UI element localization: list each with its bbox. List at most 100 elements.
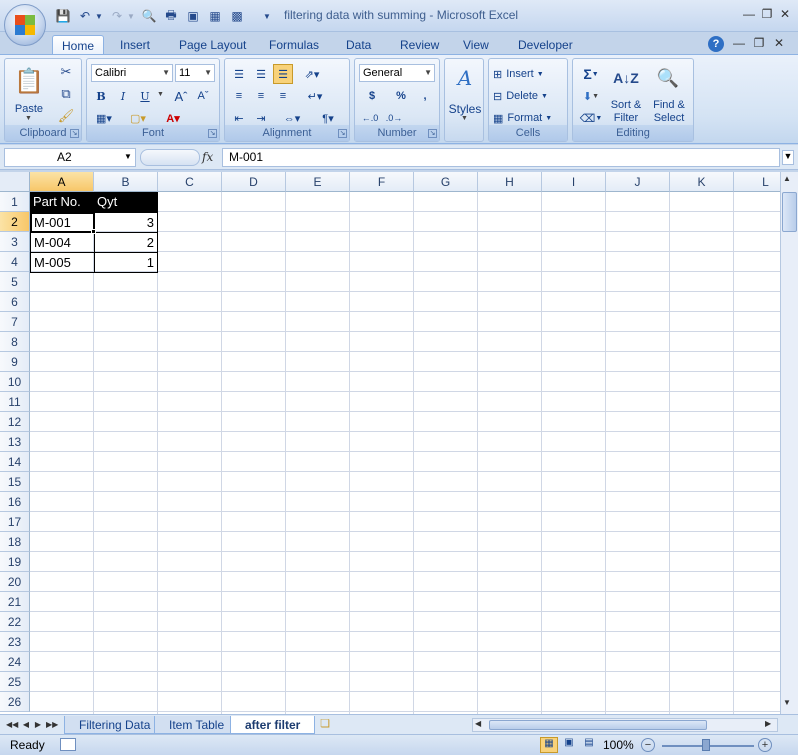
find-select-label-1[interactable]: Find & [649, 99, 689, 111]
column-header-a[interactable]: A [30, 172, 94, 192]
column-header-h[interactable]: H [478, 172, 542, 192]
row-header-24[interactable]: 24 [0, 652, 30, 672]
font-launcher-icon[interactable]: ↘ [208, 129, 217, 138]
column-header-l[interactable]: L [734, 172, 780, 192]
row-header-17[interactable]: 17 [0, 512, 30, 532]
sheet-tab-after-filter[interactable]: after filter [230, 716, 316, 734]
row-header-10[interactable]: 10 [0, 372, 30, 392]
formula-bar-splitter[interactable] [140, 149, 200, 166]
currency-button[interactable]: $ [359, 86, 385, 106]
minimize-icon[interactable]: — [740, 5, 758, 23]
quick-print-icon[interactable]: 🖶 [162, 7, 180, 25]
sort-filter-label-1[interactable]: Sort & [609, 99, 643, 111]
paste-dropdown-icon[interactable]: ▼ [25, 115, 32, 122]
undo-dropdown-icon[interactable]: ▼ [90, 7, 108, 25]
office-button[interactable] [4, 4, 46, 46]
tab-review[interactable]: Review [391, 35, 448, 55]
row-header-21[interactable]: 21 [0, 592, 30, 612]
column-header-d[interactable]: D [222, 172, 286, 192]
styles-dropdown-icon[interactable]: ▼ [461, 115, 468, 122]
scroll-up-icon[interactable]: ▲ [783, 174, 791, 183]
vertical-scrollbar[interactable]: ▲ ▼ [780, 172, 798, 714]
row-header-5[interactable]: 5 [0, 272, 30, 292]
number-launcher-icon[interactable]: ↘ [428, 129, 437, 138]
row-header-1[interactable]: 1 [0, 192, 30, 212]
font-name-combo[interactable]: Calibri ▼ [91, 64, 173, 82]
horizontal-scroll-thumb[interactable] [489, 720, 707, 730]
row-header-22[interactable]: 22 [0, 612, 30, 632]
scroll-right-icon[interactable]: ▶ [765, 719, 771, 728]
last-sheet-icon[interactable]: ▶▶ [46, 718, 58, 732]
paste-icon[interactable]: 📋 [13, 63, 45, 99]
horizontal-scrollbar[interactable]: ◀ ▶ [472, 718, 778, 732]
scroll-down-icon[interactable]: ▼ [783, 698, 791, 707]
save-icon[interactable]: 💾 [54, 7, 72, 25]
workbook-minimize-icon[interactable]: — [730, 34, 748, 52]
tab-view[interactable]: View [454, 35, 498, 55]
row-header-26[interactable]: 26 [0, 692, 30, 712]
align-left-icon[interactable]: ≡ [229, 86, 249, 106]
zoom-out-icon[interactable]: − [641, 738, 655, 752]
name-box[interactable]: A2 [4, 148, 136, 167]
select-all-button[interactable] [0, 172, 30, 192]
cell-b4[interactable]: 1 [94, 252, 158, 273]
customize-qat-icon[interactable]: ▼ [258, 7, 276, 25]
row-header-13[interactable]: 13 [0, 432, 30, 452]
alignment-launcher-icon[interactable]: ↘ [338, 129, 347, 138]
cell-b1[interactable]: Qyt [94, 192, 158, 212]
scroll-left-icon[interactable]: ◀ [475, 719, 481, 728]
orientation-icon[interactable]: ⇗▾ [301, 64, 323, 84]
name-box-dropdown-icon[interactable]: ▼ [124, 152, 132, 161]
grow-font-icon[interactable]: Aˆ [171, 86, 191, 106]
wrap-text-icon[interactable]: ↵▾ [301, 86, 329, 106]
cut-icon[interactable]: ✂ [57, 63, 75, 81]
close-icon[interactable]: ✕ [776, 5, 794, 23]
column-header-e[interactable]: E [286, 172, 350, 192]
row-header-4[interactable]: 4 [0, 252, 30, 272]
font-size-combo[interactable]: 11 ▼ [175, 64, 215, 82]
italic-button[interactable]: I [113, 86, 133, 106]
underline-button[interactable]: U [135, 86, 155, 106]
copy-icon[interactable]: ⧉ [57, 85, 75, 103]
camera-icon[interactable]: ▣ [184, 7, 202, 25]
row-header-2[interactable]: 2 [0, 212, 30, 232]
column-header-i[interactable]: I [542, 172, 606, 192]
insert-sheet-icon[interactable]: ❏ [314, 717, 336, 732]
restore-icon[interactable]: ❐ [758, 5, 776, 23]
sort-filter-label-2[interactable]: Filter [609, 112, 643, 124]
tab-insert[interactable]: Insert [111, 35, 159, 55]
expand-formula-bar-icon[interactable]: ▼ [782, 150, 794, 165]
row-header-12[interactable]: 12 [0, 412, 30, 432]
form-icon[interactable]: ▩ [228, 7, 246, 25]
tab-home[interactable]: Home [52, 35, 105, 55]
prev-sheet-icon[interactable]: ◀ [20, 718, 32, 732]
row-header-8[interactable]: 8 [0, 332, 30, 352]
comma-button[interactable]: , [415, 86, 435, 106]
redo-dropdown-icon[interactable]: ▼ [122, 7, 140, 25]
copy-picture-icon[interactable]: ▦ [206, 7, 224, 25]
align-right-icon[interactable]: ≡ [273, 86, 293, 106]
page-break-view-icon[interactable]: ▤ [580, 737, 598, 753]
insert-cells-button[interactable]: ⊞ Insert ▼ [493, 64, 563, 84]
sheet-tab-filtering-data[interactable]: Filtering Data [64, 716, 166, 734]
row-header-7[interactable]: 7 [0, 312, 30, 332]
delete-cells-button[interactable]: ⊟ Delete ▼ [493, 86, 563, 106]
row-header-20[interactable]: 20 [0, 572, 30, 592]
underline-dropdown-icon[interactable]: ▼ [157, 91, 164, 98]
macro-record-icon[interactable] [60, 738, 76, 751]
format-painter-icon[interactable]: 🖌 [57, 107, 75, 125]
formula-input[interactable]: M-001 [222, 148, 780, 167]
workbook-restore-icon[interactable]: ❐ [750, 34, 768, 52]
column-header-g[interactable]: G [414, 172, 478, 192]
find-select-label-2[interactable]: Select [649, 112, 689, 124]
cell-b3[interactable]: 2 [94, 232, 158, 253]
styles-group[interactable]: A Styles ▼ [444, 58, 484, 142]
normal-view-icon[interactable]: ▦ [540, 737, 558, 753]
tab-developer[interactable]: Developer [509, 35, 582, 55]
column-header-k[interactable]: K [670, 172, 734, 192]
fill-icon[interactable]: ⬇ ▼ [577, 86, 605, 106]
insert-function-icon[interactable]: fx [202, 150, 213, 164]
zoom-in-icon[interactable]: + [758, 738, 772, 752]
row-header-11[interactable]: 11 [0, 392, 30, 412]
help-icon[interactable]: ? [708, 36, 724, 52]
